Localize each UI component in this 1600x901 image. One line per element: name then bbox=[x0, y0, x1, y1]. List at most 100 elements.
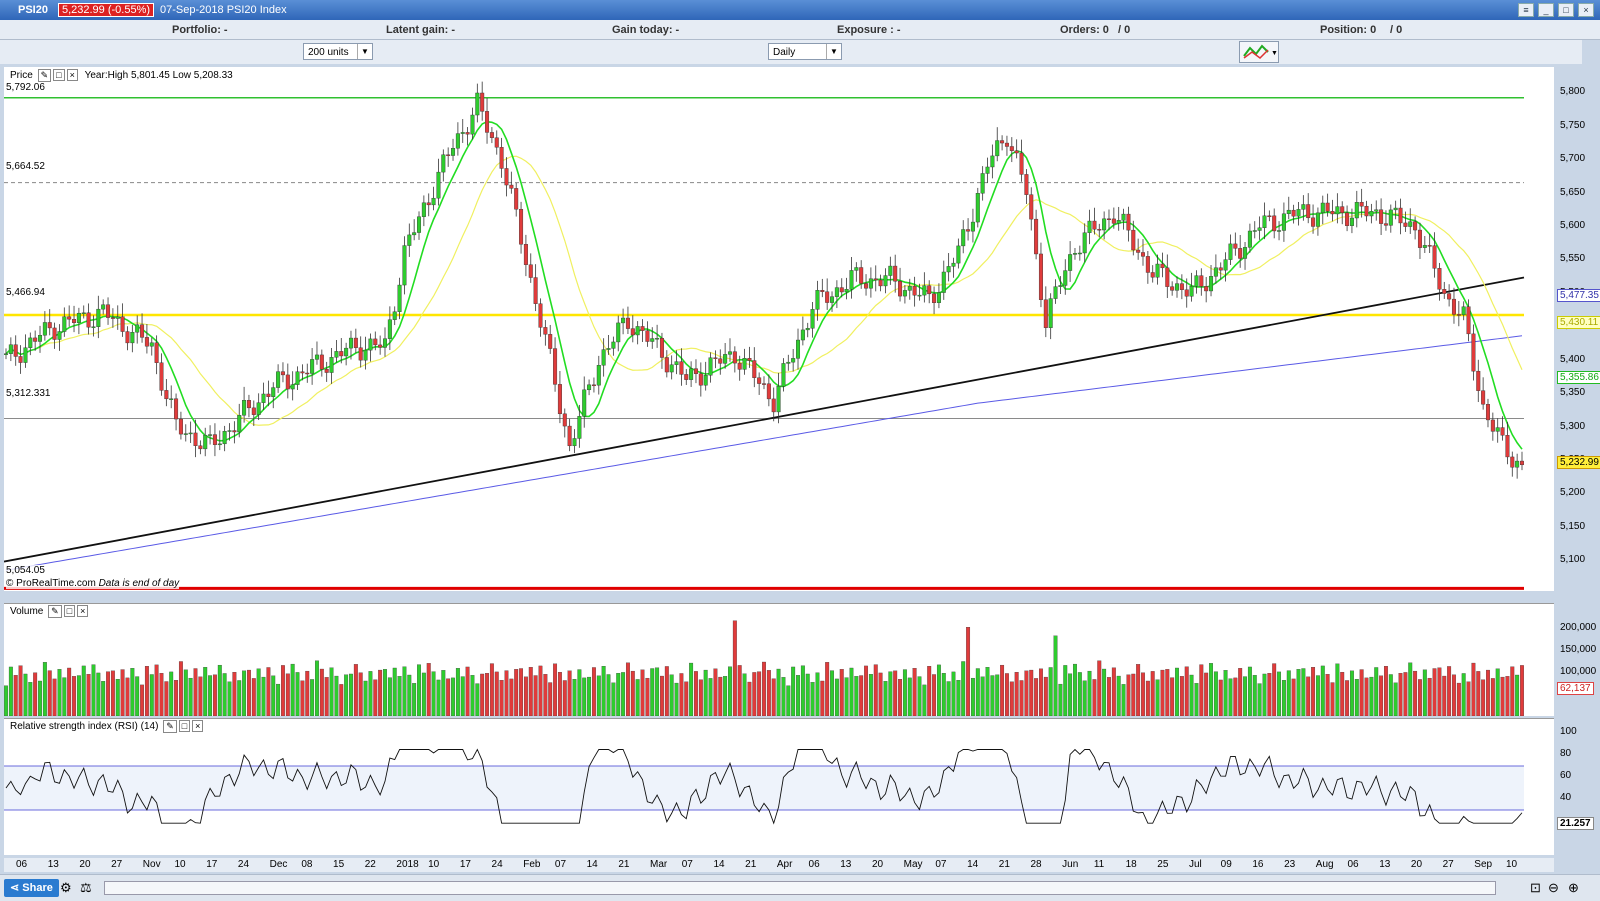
volume-bar[interactable] bbox=[499, 680, 504, 717]
candle-body[interactable] bbox=[227, 430, 232, 432]
volume-bar[interactable] bbox=[349, 673, 353, 717]
candle-body[interactable] bbox=[242, 400, 247, 416]
candle-body[interactable] bbox=[1024, 174, 1029, 195]
volume-bar[interactable] bbox=[208, 675, 213, 717]
volume-bar[interactable] bbox=[1456, 682, 1461, 717]
volume-bar[interactable] bbox=[329, 667, 334, 717]
volume-bar[interactable] bbox=[1364, 677, 1369, 717]
volume-bar[interactable] bbox=[203, 667, 208, 717]
candle-body[interactable] bbox=[664, 357, 669, 373]
volume-bar[interactable] bbox=[475, 683, 480, 717]
volume-bar[interactable] bbox=[625, 662, 630, 717]
volume-bar[interactable] bbox=[557, 671, 562, 717]
volume-bar[interactable] bbox=[684, 681, 689, 717]
volume-bar[interactable] bbox=[562, 680, 567, 717]
volume-bar[interactable] bbox=[1315, 675, 1320, 717]
volume-bar[interactable] bbox=[358, 672, 363, 717]
candle-body[interactable] bbox=[1291, 209, 1296, 217]
candle-body[interactable] bbox=[907, 285, 912, 291]
candle-body[interactable] bbox=[737, 362, 742, 370]
volume-bar[interactable] bbox=[1179, 676, 1184, 717]
volume-bar[interactable] bbox=[378, 669, 383, 717]
volume-bar[interactable] bbox=[18, 665, 23, 717]
candle-body[interactable] bbox=[1476, 370, 1481, 391]
volume-bar[interactable] bbox=[907, 677, 912, 717]
volume-bar[interactable] bbox=[834, 678, 839, 717]
candle-body[interactable] bbox=[548, 334, 553, 349]
candle-body[interactable] bbox=[582, 389, 587, 417]
volume-bar[interactable] bbox=[1306, 676, 1311, 717]
volume-bar[interactable] bbox=[1383, 666, 1388, 717]
candle-body[interactable] bbox=[902, 290, 907, 297]
candle-body[interactable] bbox=[781, 363, 786, 387]
candle-body[interactable] bbox=[936, 292, 941, 303]
candle-body[interactable] bbox=[1364, 205, 1369, 217]
candle-body[interactable] bbox=[397, 284, 402, 312]
candle-body[interactable] bbox=[1432, 245, 1437, 269]
candle-body[interactable] bbox=[1252, 230, 1257, 232]
candle-body[interactable] bbox=[533, 277, 538, 304]
volume-bar[interactable] bbox=[1233, 677, 1238, 717]
candle-body[interactable] bbox=[33, 337, 38, 342]
close-panel-icon[interactable]: × bbox=[77, 605, 89, 617]
candle-body[interactable] bbox=[101, 304, 106, 310]
volume-bar[interactable] bbox=[164, 681, 169, 717]
candle-body[interactable] bbox=[106, 304, 111, 318]
volume-bar[interactable] bbox=[776, 668, 781, 717]
volume-bar[interactable] bbox=[1403, 672, 1408, 717]
candle-body[interactable] bbox=[1140, 252, 1145, 257]
candle-body[interactable] bbox=[742, 358, 747, 370]
candle-body[interactable] bbox=[553, 348, 558, 385]
volume-bar[interactable] bbox=[893, 670, 898, 717]
candle-body[interactable] bbox=[436, 171, 441, 199]
candle-body[interactable] bbox=[1257, 227, 1262, 231]
volume-bar[interactable] bbox=[1223, 670, 1228, 717]
volume-bar[interactable] bbox=[1209, 663, 1213, 717]
volume-bar[interactable] bbox=[8, 666, 13, 717]
candle-body[interactable] bbox=[1116, 220, 1121, 224]
volume-bar[interactable] bbox=[324, 677, 329, 717]
candle-body[interactable] bbox=[752, 360, 757, 378]
menu-icon[interactable]: ≡ bbox=[1518, 3, 1534, 17]
volume-bar[interactable] bbox=[1160, 669, 1165, 717]
volume-bar[interactable] bbox=[188, 677, 193, 717]
candle-body[interactable] bbox=[1194, 275, 1199, 287]
volume-bar[interactable] bbox=[922, 684, 927, 717]
candle-body[interactable] bbox=[183, 433, 188, 435]
volume-bar[interactable] bbox=[135, 676, 140, 717]
volume-bar[interactable] bbox=[737, 665, 742, 717]
volume-bar[interactable] bbox=[1029, 669, 1034, 717]
candle-body[interactable] bbox=[1053, 286, 1058, 299]
candle-body[interactable] bbox=[674, 361, 679, 365]
candle-body[interactable] bbox=[1451, 298, 1456, 315]
candle-body[interactable] bbox=[1442, 289, 1447, 294]
volume-bar[interactable] bbox=[519, 668, 524, 717]
candle-body[interactable] bbox=[1170, 286, 1175, 291]
candle-body[interactable] bbox=[1408, 221, 1413, 227]
candle-body[interactable] bbox=[271, 387, 276, 397]
candle-body[interactable] bbox=[572, 438, 577, 447]
candle-body[interactable] bbox=[1345, 212, 1350, 226]
volume-bar[interactable] bbox=[290, 663, 295, 717]
candle-body[interactable] bbox=[1038, 253, 1043, 300]
candle-body[interactable] bbox=[431, 197, 436, 206]
candle-body[interactable] bbox=[441, 154, 446, 173]
volume-bar[interactable] bbox=[397, 676, 402, 717]
volume-bar[interactable] bbox=[830, 670, 834, 717]
candle-body[interactable] bbox=[970, 221, 975, 232]
volume-bar[interactable] bbox=[1204, 672, 1209, 717]
candle-body[interactable] bbox=[830, 296, 835, 303]
candle-body[interactable] bbox=[591, 384, 596, 387]
candle-body[interactable] bbox=[1043, 299, 1048, 328]
volume-bar[interactable] bbox=[57, 669, 62, 717]
volume-bar[interactable] bbox=[975, 668, 980, 717]
volume-bar[interactable] bbox=[538, 665, 543, 717]
volume-bar[interactable] bbox=[1009, 681, 1014, 717]
candle-body[interactable] bbox=[805, 328, 810, 331]
candle-body[interactable] bbox=[1311, 217, 1316, 227]
volume-bar[interactable] bbox=[1136, 664, 1141, 717]
orders-label[interactable]: Orders: 0 bbox=[1060, 24, 1109, 36]
volume-bar[interactable] bbox=[1408, 662, 1413, 717]
volume-bar[interactable] bbox=[1077, 672, 1082, 717]
volume-bar[interactable] bbox=[567, 670, 572, 717]
